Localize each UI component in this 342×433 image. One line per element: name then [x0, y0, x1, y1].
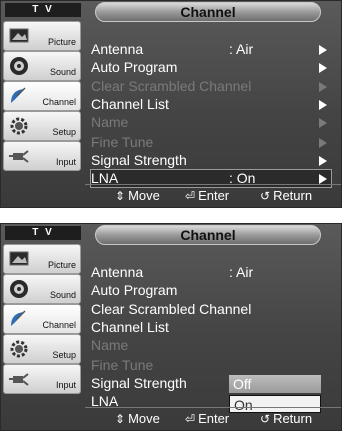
- sidebar-item-label: Channel: [42, 97, 76, 107]
- sidebar-item-input[interactable]: Input: [3, 364, 81, 394]
- menu-item-channel-list[interactable]: Channel List: [91, 319, 331, 336]
- return-icon: ↺: [260, 412, 271, 426]
- menu-item-value: : Air: [229, 264, 254, 280]
- enter-hint: ⏎ Enter: [185, 408, 229, 430]
- satellite-dish-icon: [11, 310, 26, 326]
- menu-item-clear-scrambled-channel: Clear Scrambled Channel: [91, 78, 331, 95]
- menu-item-label: Name: [91, 114, 129, 130]
- sidebar-item-label: Setup: [52, 350, 76, 360]
- tv-menu-panel-2: T V Channel Picture Sound Channel Setup: [0, 223, 342, 431]
- menu-item-label: Clear Scrambled Channel: [91, 301, 252, 317]
- satellite-dish-icon: [11, 87, 26, 103]
- sidebar-item-setup[interactable]: Setup: [3, 334, 81, 364]
- sidebar-item-sound[interactable]: Sound: [3, 274, 81, 304]
- sidebar-item-setup[interactable]: Setup: [3, 111, 81, 141]
- sidebar-item-label: Channel: [42, 320, 76, 330]
- menu-item-label: Fine Tune: [91, 134, 154, 150]
- up-down-arrows-icon: ⇕: [115, 412, 126, 426]
- sidebar-item-label: Sound: [49, 67, 76, 77]
- return-icon: ↺: [260, 189, 271, 203]
- speaker-icon: [10, 57, 28, 75]
- menu-item-value: : Air: [229, 41, 254, 57]
- menu-item-signal-strength[interactable]: Signal Strength: [91, 152, 331, 169]
- enter-hint: ⏎ Enter: [185, 185, 229, 207]
- menu-item-auto-program[interactable]: Auto Program: [91, 282, 331, 299]
- menu-item-channel-list[interactable]: Channel List: [91, 96, 331, 113]
- up-down-arrows-icon: ⇕: [115, 189, 126, 203]
- menu-item-label: Signal Strength: [91, 152, 187, 168]
- plug-icon: [9, 150, 29, 163]
- sidebar-item-sound[interactable]: Sound: [3, 51, 81, 81]
- sidebar-item-label: Input: [55, 157, 76, 167]
- menu-item-label: Channel List: [91, 96, 169, 112]
- arrow-right-icon: [319, 118, 327, 128]
- return-hint: ↺ Return: [260, 408, 312, 430]
- menu-item-label: Clear Scrambled Channel: [91, 78, 252, 94]
- return-hint: ↺ Return: [260, 185, 312, 207]
- gear-icon: [10, 340, 28, 358]
- sidebar-item-label: Picture: [47, 260, 76, 270]
- menu-item-label: Signal Strength: [91, 375, 187, 391]
- sidebar-item-label: Setup: [52, 127, 76, 137]
- enter-icon: ⏎: [185, 189, 196, 203]
- picture-icon: [9, 251, 29, 266]
- menu-item-auto-program[interactable]: Auto Program: [91, 59, 331, 76]
- arrow-right-icon: [319, 82, 327, 92]
- arrow-right-icon: [319, 156, 327, 166]
- plug-icon: [9, 373, 29, 386]
- picture-icon: [9, 28, 29, 43]
- speaker-icon: [10, 280, 28, 298]
- sidebar-item-label: Picture: [47, 37, 76, 47]
- move-hint: ⇕ Move: [115, 185, 160, 207]
- menu-title: Channel: [95, 225, 321, 245]
- sidebar-item-channel[interactable]: Channel: [3, 304, 81, 334]
- menu-item-label: Name: [91, 337, 129, 353]
- menu-item-clear-scrambled-channel[interactable]: Clear Scrambled Channel: [91, 301, 331, 318]
- menu-item-antenna[interactable]: Antenna : Air: [91, 41, 331, 58]
- sidebar-item-input[interactable]: Input: [3, 141, 81, 171]
- sidebar-item-picture[interactable]: Picture: [3, 244, 81, 274]
- menu-item-fine-tune: Fine Tune: [91, 134, 331, 151]
- menu-item-label: Fine Tune: [91, 357, 154, 373]
- menu-title: Channel: [95, 2, 321, 22]
- menu-item-label: Auto Program: [91, 59, 178, 75]
- menu-item-label: Auto Program: [91, 282, 178, 298]
- enter-icon: ⏎: [185, 412, 196, 426]
- arrow-right-icon: [319, 63, 327, 73]
- move-hint: ⇕ Move: [115, 408, 160, 430]
- menu-item-name: Name: [91, 337, 331, 354]
- tv-menu-panel-1: T V Channel Picture Sound Channel Setup: [0, 0, 342, 208]
- tv-label: T V: [5, 226, 81, 240]
- menu-item-label: Antenna: [91, 41, 144, 57]
- option-off[interactable]: Off: [229, 375, 321, 393]
- sidebar-item-label: Input: [55, 380, 76, 390]
- sidebar-item-label: Sound: [49, 290, 76, 300]
- arrow-right-icon: [319, 174, 327, 184]
- arrow-right-icon: [319, 138, 327, 148]
- sidebar-item-channel[interactable]: Channel: [3, 81, 81, 111]
- footer-hints: ⇕ Move ⏎ Enter ↺ Return: [85, 407, 341, 430]
- gear-icon: [10, 117, 28, 135]
- menu-item-fine-tune: Fine Tune: [91, 357, 331, 374]
- sidebar-item-picture[interactable]: Picture: [3, 21, 81, 51]
- menu-item-antenna[interactable]: Antenna : Air: [91, 264, 331, 281]
- arrow-right-icon: [319, 45, 327, 55]
- menu-item-name: Name: [91, 114, 331, 131]
- footer-hints: ⇕ Move ⏎ Enter ↺ Return: [85, 184, 341, 207]
- menu-item-label: Channel List: [91, 319, 169, 335]
- menu-item-label: Antenna: [91, 264, 144, 280]
- arrow-right-icon: [319, 100, 327, 110]
- tv-label: T V: [5, 3, 81, 17]
